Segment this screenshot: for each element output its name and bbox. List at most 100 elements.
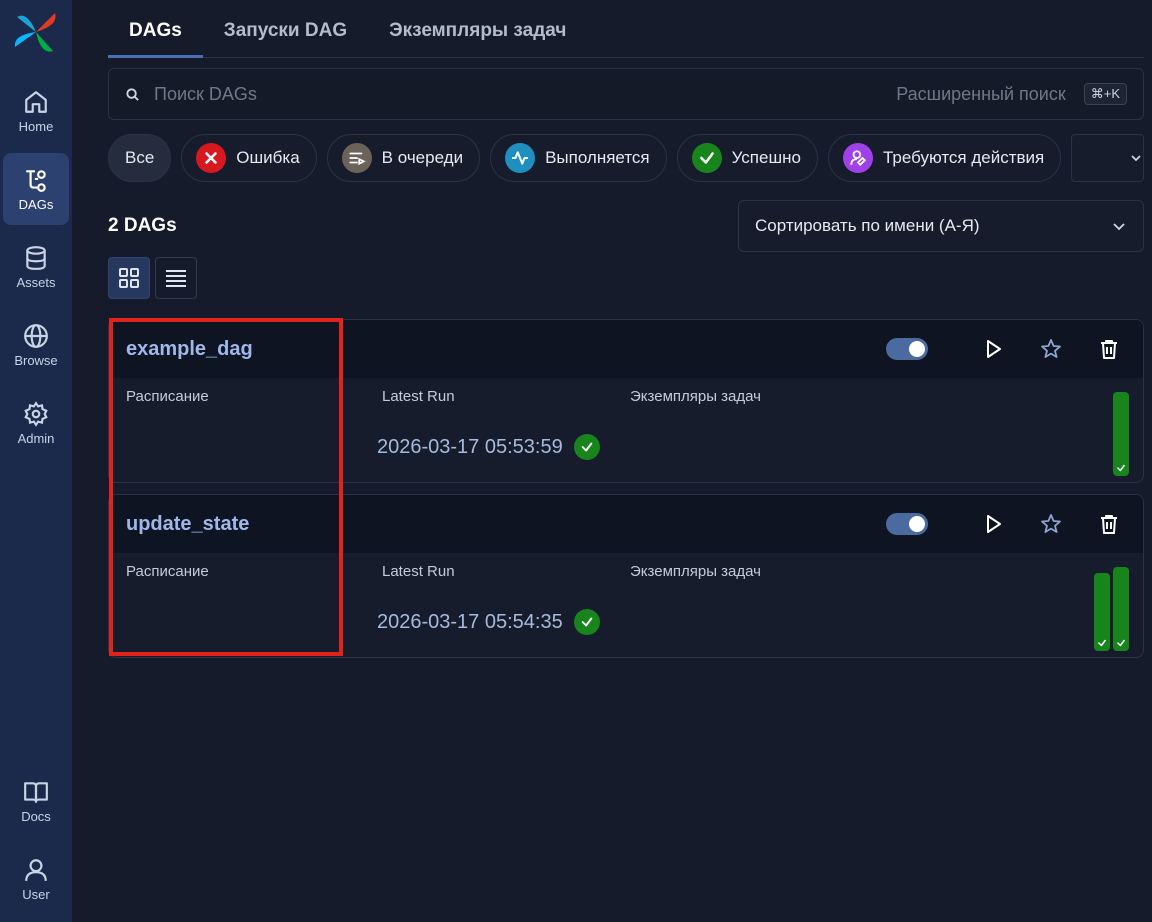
play-icon — [987, 340, 1001, 358]
filter-failed[interactable]: Ошибка — [181, 134, 317, 182]
dag-card: example_dag Расписание Latest Run Экземп… — [108, 319, 1144, 483]
search-bar: Расширенный поиск ⌘+K — [108, 68, 1144, 120]
dags-icon — [26, 169, 46, 192]
favorite-button[interactable] — [1034, 332, 1068, 366]
list-header: 2 DAGs Сортировать по имени (А-Я) — [108, 200, 1144, 252]
latest-run-link[interactable]: 2026-03-17 05:54:35 — [377, 611, 563, 634]
filter-all[interactable]: Все — [108, 134, 172, 182]
user-icon — [25, 858, 47, 881]
filter-running[interactable]: Выполняется — [490, 134, 667, 182]
home-icon — [25, 90, 47, 113]
failed-icon — [196, 143, 227, 173]
filter-label: В очереди — [381, 148, 464, 167]
latest-run-link[interactable]: 2026-03-17 05:53:59 — [377, 436, 563, 459]
latest-run: 2026-03-17 05:53:59 — [377, 434, 600, 460]
trigger-dag-button[interactable] — [976, 507, 1010, 541]
chevron-down-icon — [1131, 155, 1141, 162]
queued-icon — [341, 143, 372, 173]
sidebar-item-label: Docs — [21, 808, 51, 824]
dag-pause-toggle[interactable] — [886, 338, 928, 360]
schedule-label: Расписание — [126, 563, 209, 580]
user-action-icon — [842, 143, 873, 173]
book-icon — [24, 781, 48, 803]
tab-dags[interactable]: DAGs — [108, 0, 203, 58]
run-bar[interactable] — [1094, 573, 1110, 651]
run-bar[interactable] — [1113, 567, 1129, 651]
sidebar-item-label: Admin — [17, 430, 55, 446]
trash-icon — [1101, 515, 1117, 534]
filter-label: Ошибка — [236, 148, 300, 167]
dag-actions — [886, 507, 1126, 541]
airflow-logo[interactable] — [13, 9, 59, 55]
sort-select[interactable]: Сортировать по имени (А-Я) — [738, 200, 1144, 252]
check-icon — [691, 143, 722, 173]
sidebar-item-label: Assets — [16, 274, 56, 290]
latest-run-label: Latest Run — [382, 388, 455, 405]
run-bar[interactable] — [1113, 392, 1129, 476]
dag-card-body: Расписание Latest Run Экземпляры задач 2… — [109, 553, 1143, 657]
play-icon — [987, 515, 1001, 533]
view-toggle — [108, 257, 1144, 299]
sidebar-item-dags[interactable]: DAGs — [3, 153, 69, 225]
task-instances-label: Экземпляры задач — [630, 563, 761, 580]
schedule-label: Расписание — [126, 388, 209, 405]
tab-task-instances[interactable]: Экземпляры задач — [368, 0, 587, 58]
grid-icon — [119, 268, 139, 288]
sidebar-item-label: DAGs — [18, 196, 54, 212]
success-status-icon — [573, 609, 600, 635]
gear-icon — [24, 400, 48, 427]
advanced-search-link[interactable]: Расширенный поиск — [896, 84, 1066, 105]
search-icon — [126, 87, 139, 101]
dag-actions — [886, 332, 1126, 366]
card-view-button[interactable] — [108, 257, 150, 299]
dag-name-link[interactable]: example_dag — [126, 338, 253, 361]
trigger-dag-button[interactable] — [976, 332, 1010, 366]
sidebar-item-label: Browse — [14, 352, 58, 368]
sidebar-item-docs[interactable]: Docs — [3, 766, 69, 836]
filter-needs-action[interactable]: Требуются действия — [827, 134, 1062, 182]
sidebar-item-label: Home — [18, 118, 54, 134]
sidebar-item-home[interactable]: Home — [3, 75, 69, 147]
star-icon — [1041, 514, 1061, 533]
activity-icon — [505, 143, 536, 173]
task-instances-label: Экземпляры задач — [630, 388, 761, 405]
tab-dag-runs[interactable]: Запуски DAG — [203, 0, 368, 58]
filter-label: Выполняется — [545, 148, 650, 167]
tab-bar: DAGs Запуски DAG Экземпляры задач — [108, 0, 1144, 58]
favorite-button[interactable] — [1034, 507, 1068, 541]
star-icon — [1041, 339, 1061, 358]
filter-success[interactable]: Успешно — [676, 134, 818, 182]
filter-label: Успешно — [731, 148, 801, 167]
search-input[interactable] — [154, 83, 897, 105]
table-view-button[interactable] — [155, 257, 197, 299]
latest-run: 2026-03-17 05:54:35 — [377, 609, 600, 635]
sidebar-item-user[interactable]: User — [3, 844, 69, 914]
dag-card-header: update_state — [109, 495, 1143, 553]
dag-name-link[interactable]: update_state — [126, 513, 249, 536]
dag-card-list: example_dag Расписание Latest Run Экземп… — [108, 319, 1144, 658]
globe-icon — [24, 323, 48, 348]
delete-dag-button[interactable] — [1092, 507, 1126, 541]
filter-queued[interactable]: В очереди — [326, 134, 481, 182]
search-shortcut-badge: ⌘+K — [1083, 83, 1127, 105]
dag-pause-toggle[interactable] — [886, 513, 928, 535]
sidebar-item-assets[interactable]: Assets — [3, 231, 69, 303]
latest-run-label: Latest Run — [382, 563, 455, 580]
trash-icon — [1101, 340, 1117, 359]
dag-card-body: Расписание Latest Run Экземпляры задач 2… — [109, 378, 1143, 482]
filter-label: Требуются действия — [882, 148, 1045, 167]
filter-more-dropdown[interactable] — [1071, 134, 1144, 182]
state-filters: Все Ошибка В очереди Выполняется Успешно — [108, 134, 1144, 182]
sidebar: Home DAGs Assets Browse Admin Docs User — [0, 0, 72, 922]
sidebar-item-admin[interactable]: Admin — [3, 387, 69, 459]
dag-card: update_state Расписание Latest Run Экзем… — [108, 494, 1144, 658]
dag-card-header: example_dag — [109, 320, 1143, 378]
dag-count: 2 DAGs — [108, 215, 177, 236]
database-icon — [26, 245, 46, 270]
main-content: DAGs Запуски DAG Экземпляры задач Расшир… — [108, 0, 1144, 669]
sidebar-item-label: User — [22, 886, 50, 902]
sidebar-item-browse[interactable]: Browse — [3, 309, 69, 381]
delete-dag-button[interactable] — [1092, 332, 1126, 366]
chevron-down-icon — [1113, 223, 1125, 231]
filter-label: Все — [125, 148, 155, 167]
